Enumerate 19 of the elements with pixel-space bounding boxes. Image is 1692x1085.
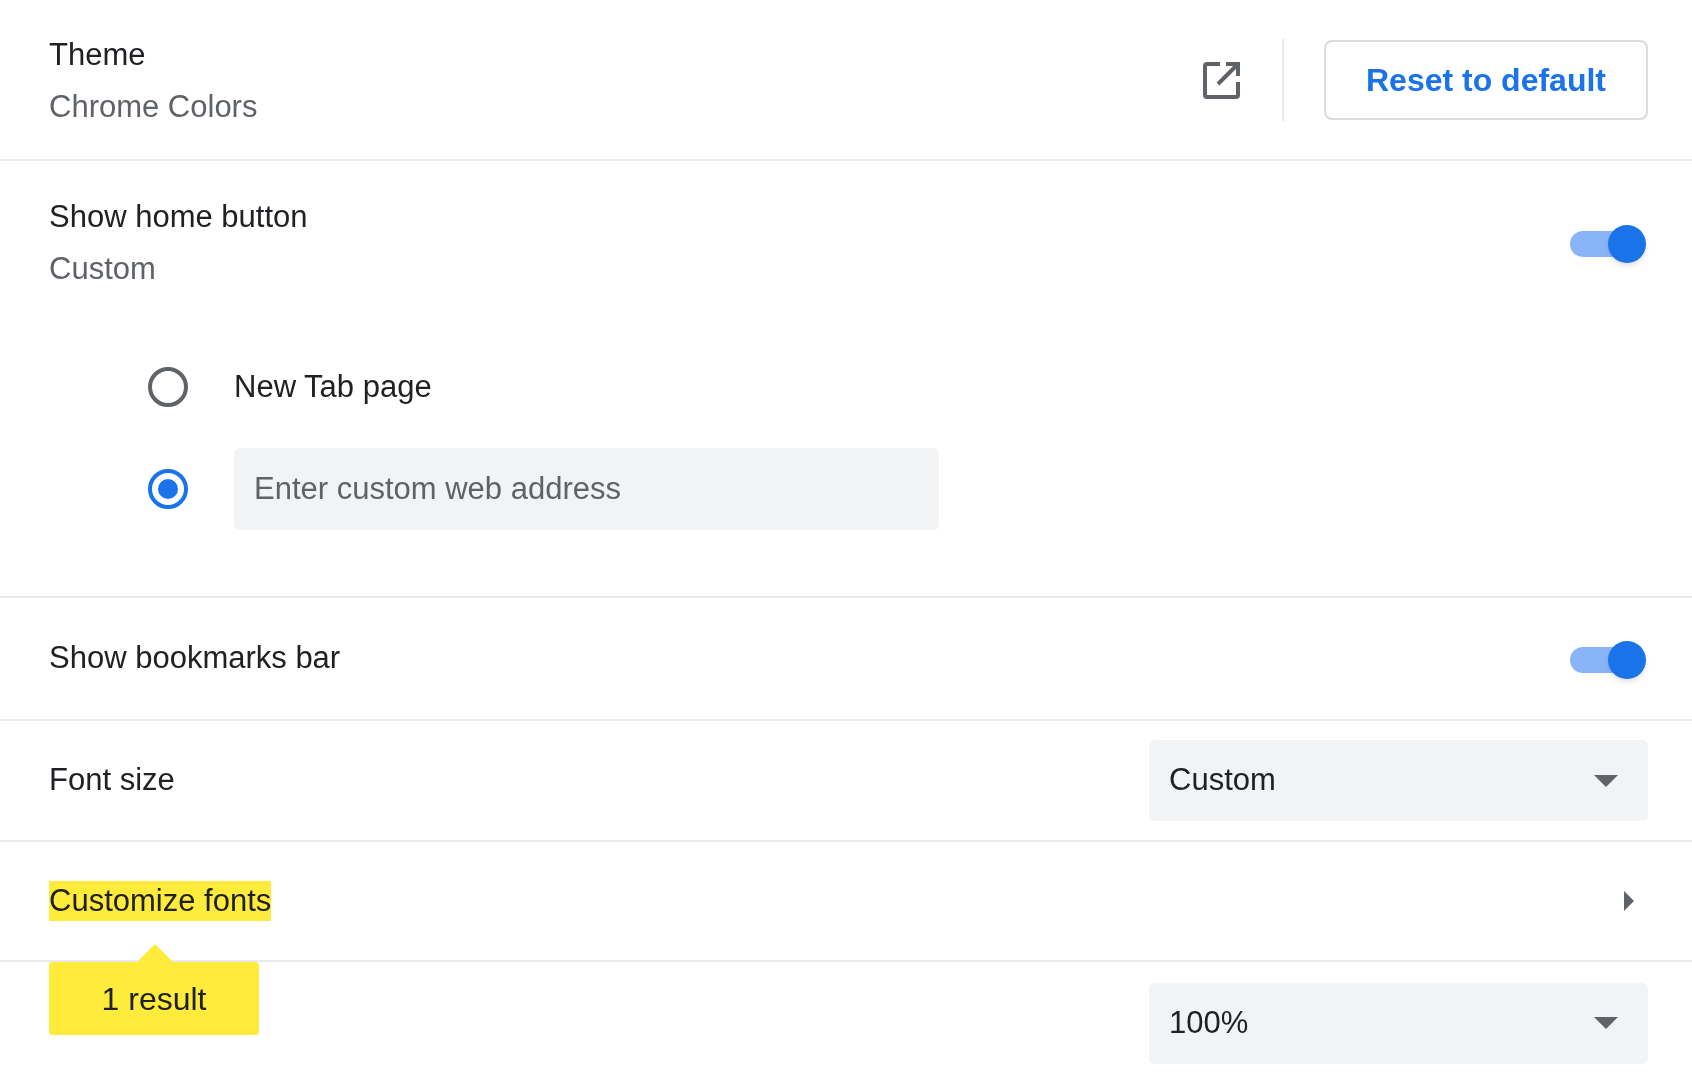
reset-button[interactable]: Reset to default bbox=[1323, 39, 1648, 120]
setting-title: Customize fonts bbox=[49, 881, 272, 921]
dropdown[interactable]: 100% bbox=[1149, 982, 1648, 1064]
setting-title: Show bookmarks bar bbox=[49, 639, 341, 678]
setting-title: Show home button bbox=[49, 198, 309, 236]
setting-value: Chrome Colors bbox=[49, 87, 259, 126]
setting-title: Font size bbox=[49, 761, 175, 800]
caret-icon bbox=[1594, 1017, 1618, 1029]
option-label: New Tab page bbox=[234, 367, 432, 406]
external-link-icon[interactable] bbox=[1201, 59, 1242, 100]
caret-icon bbox=[1594, 774, 1618, 787]
input-field[interactable]: Enter custom web address bbox=[234, 448, 939, 530]
settings-link-row[interactable]: Customize fonts bbox=[0, 842, 1692, 962]
radio-button[interactable] bbox=[148, 367, 188, 407]
setting-title: Theme bbox=[49, 35, 147, 74]
arrow-right-icon bbox=[1624, 891, 1634, 911]
setting-value: Custom bbox=[49, 250, 157, 288]
radio-button[interactable] bbox=[148, 469, 188, 509]
dropdown[interactable]: Custom bbox=[1149, 740, 1648, 821]
